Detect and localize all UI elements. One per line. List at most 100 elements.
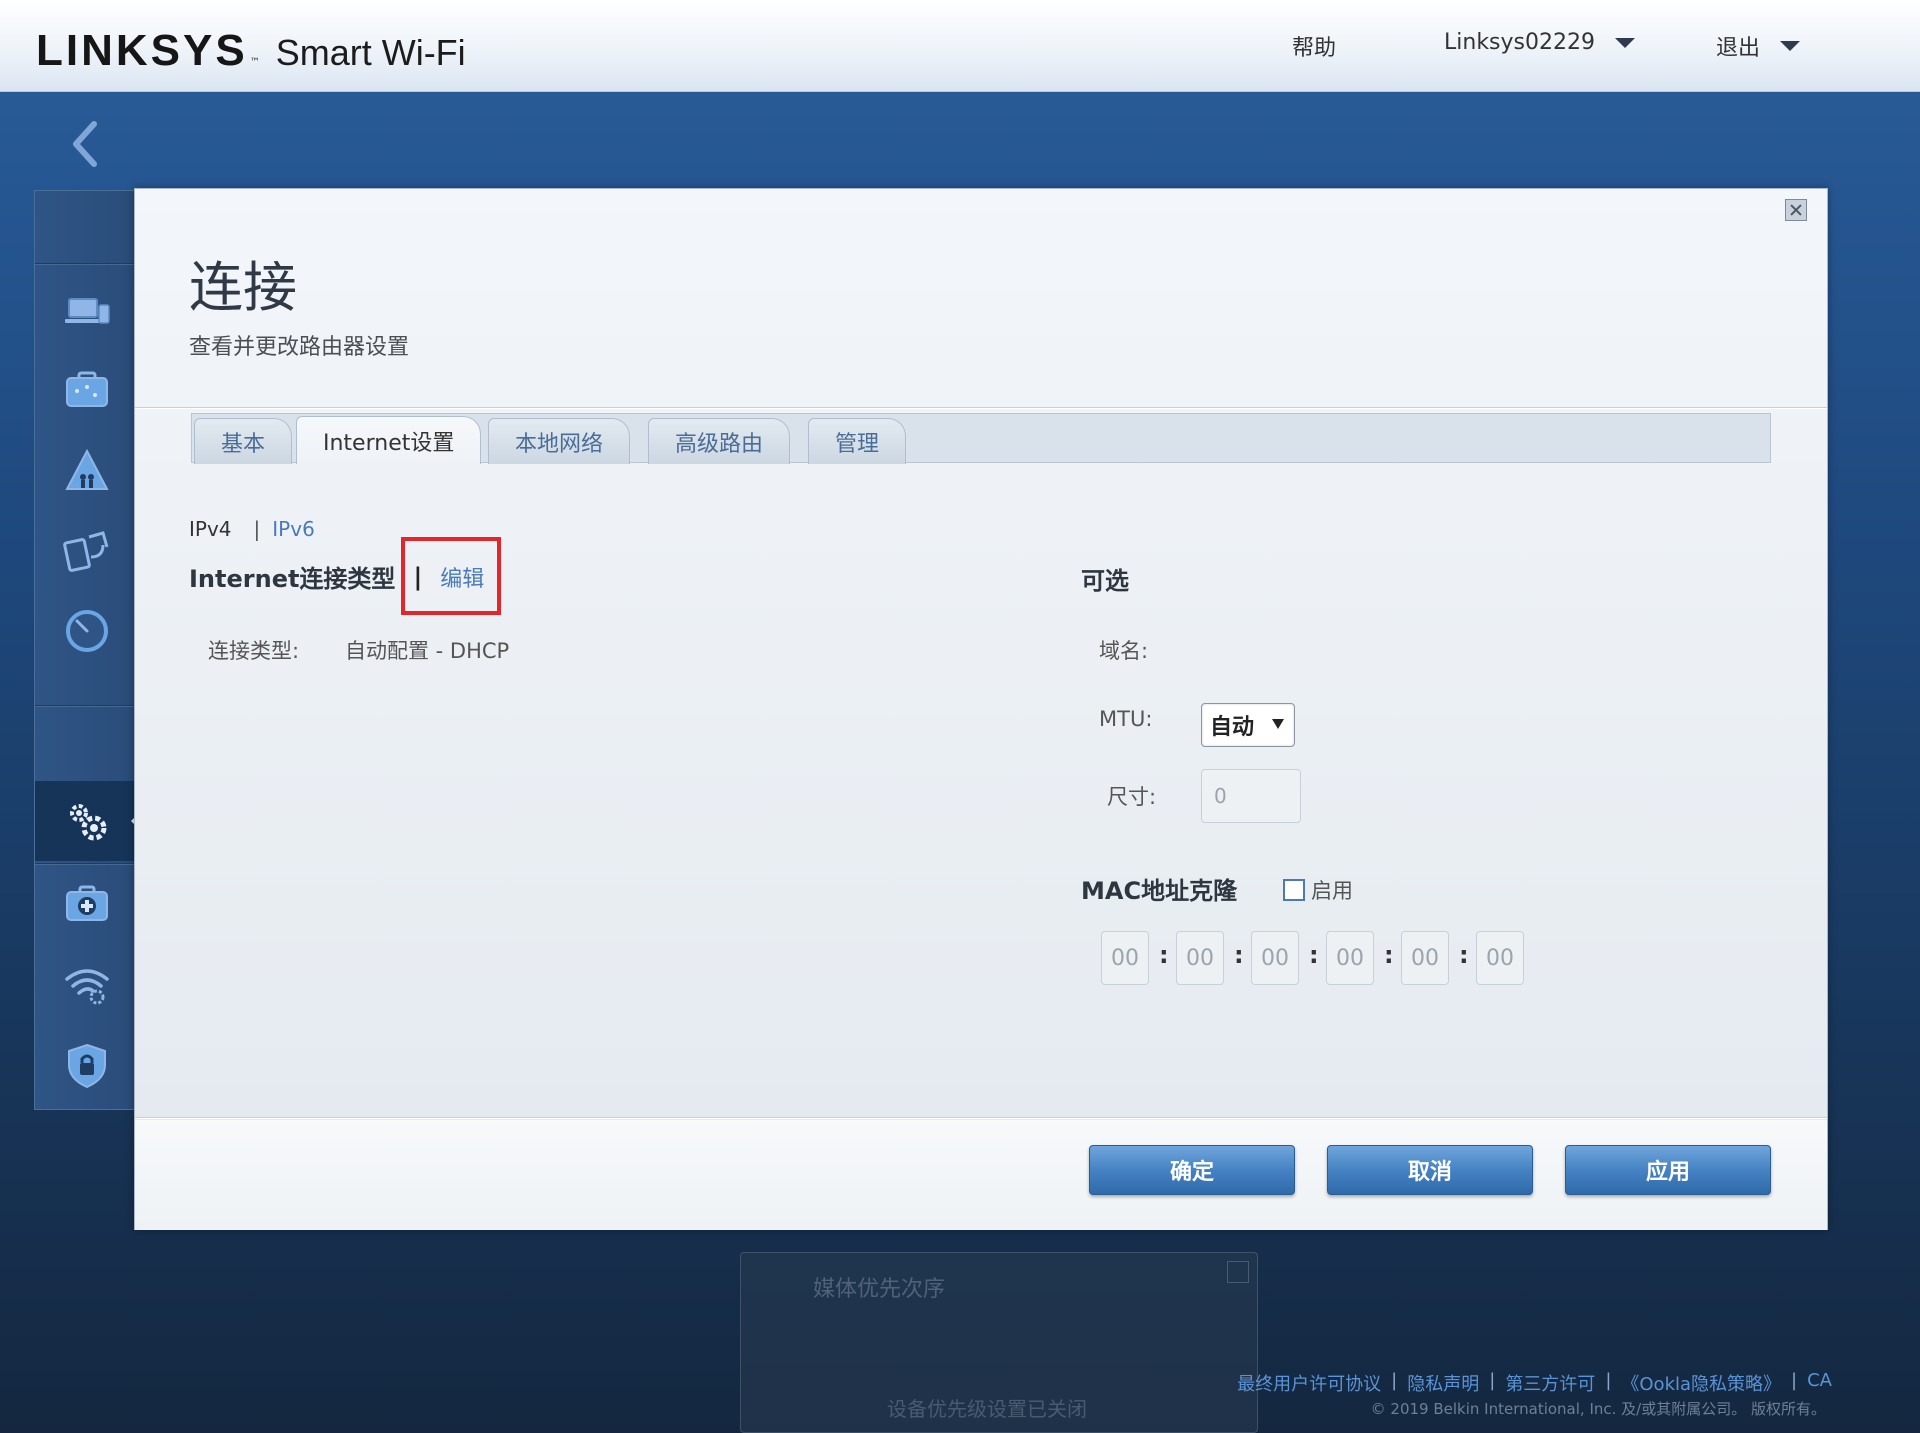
tab-internet-settings[interactable]: Internet设置 <box>296 416 482 464</box>
footer-divider <box>135 1117 1827 1119</box>
sidebar-item-speed-test[interactable] <box>63 607 111 655</box>
page-title: 连接 <box>189 256 297 319</box>
chevron-down-icon <box>1614 37 1635 48</box>
mac-octet-value: 00 <box>1186 945 1214 971</box>
chevron-down-icon <box>1780 41 1801 51</box>
sidebar-divider <box>35 263 136 265</box>
mac-octet-3[interactable]: 00 <box>1251 931 1299 985</box>
gears-icon <box>70 804 107 841</box>
separator: | <box>253 517 261 541</box>
footer-link-ca[interactable]: CA <box>1807 1370 1832 1396</box>
connection-type-value: 自动配置 - DHCP <box>345 639 510 663</box>
cancel-button[interactable]: 取消 <box>1327 1145 1533 1195</box>
sidebar-item-devices[interactable] <box>63 287 111 335</box>
warning-triangle-icon <box>65 448 109 490</box>
separator: | <box>1791 1370 1798 1391</box>
apply-button[interactable]: 应用 <box>1565 1145 1771 1195</box>
mac-octet-value: 00 <box>1261 945 1289 971</box>
copyright-text: © 2019 Belkin International, Inc. 及/或其附属… <box>1370 1400 1826 1418</box>
router-name-menu[interactable]: Linksys02229 <box>1444 30 1635 55</box>
logout-menu[interactable]: 退出 <box>1716 30 1801 62</box>
button-label: 应用 <box>1645 1160 1690 1185</box>
header-divider <box>135 407 1827 409</box>
suitcase-icon <box>66 371 108 407</box>
wifi-settings-icon <box>65 969 109 1005</box>
sidebar-item-wireless[interactable] <box>63 961 111 1009</box>
tab-label: 基本 <box>221 431 266 457</box>
sidebar-divider <box>35 863 136 865</box>
close-button[interactable] <box>1785 199 1807 221</box>
sidebar-item-parental-controls[interactable] <box>63 447 111 495</box>
help-link[interactable]: 帮助 <box>1292 30 1336 62</box>
sidebar-item-security[interactable] <box>63 1041 111 1089</box>
brand: LINKSYS ™ Smart Wi-Fi <box>36 26 466 76</box>
mac-colon: : <box>1384 941 1394 969</box>
mtu-selected-value: 自动 <box>1210 715 1255 740</box>
mac-octet-value: 00 <box>1486 945 1514 971</box>
footer-link-eula[interactable]: 最终用户许可协议 <box>1237 1370 1381 1396</box>
button-label: 确定 <box>1169 1160 1214 1185</box>
chevron-left-icon <box>73 121 97 167</box>
tab-advanced-routing[interactable]: 高级路由 <box>648 418 791 464</box>
media-priority-icon <box>63 531 109 572</box>
separator: | <box>1489 1370 1496 1391</box>
mac-colon: : <box>1159 941 1169 969</box>
mac-colon: : <box>1234 941 1244 969</box>
tab-label: 高级路由 <box>675 431 764 457</box>
tab-basic[interactable]: 基本 <box>194 418 293 464</box>
button-label: 取消 <box>1407 1160 1452 1185</box>
mtu-size-value: 0 <box>1214 784 1227 808</box>
shield-lock-icon <box>68 1043 106 1089</box>
mac-clone-heading: MAC地址克隆 <box>1081 877 1238 905</box>
optional-heading: 可选 <box>1081 567 1129 595</box>
sidebar <box>34 190 143 1110</box>
page-footer-links: 最终用户许可协议 | 隐私声明 | 第三方许可 | 《Ookla隐私策略》 | … <box>1237 1370 1832 1396</box>
connection-type-label: 连接类型: <box>208 639 300 663</box>
speedometer-icon <box>66 610 108 652</box>
trademark: ™ <box>249 57 260 68</box>
mac-octet-2[interactable]: 00 <box>1176 931 1224 985</box>
tab-local-network[interactable]: 本地网络 <box>488 418 631 464</box>
mac-octet-1[interactable]: 00 <box>1101 931 1149 985</box>
footer-link-privacy[interactable]: 隐私声明 <box>1407 1370 1479 1396</box>
tab-bar: 基本 Internet设置 本地网络 高级路由 管理 <box>191 413 1771 464</box>
devices-icon <box>65 298 110 324</box>
background-panel-text: 设备优先级设置已关闭 <box>887 1397 1087 1421</box>
mtu-select[interactable]: 自动 <box>1201 703 1295 747</box>
ipv6-tab[interactable]: IPv6 <box>272 517 315 541</box>
logout-label: 退出 <box>1716 36 1761 61</box>
page-subtitle: 查看并更改路由器设置 <box>189 335 410 360</box>
dropdown-arrow-icon <box>1272 719 1284 729</box>
sidebar-item-connectivity[interactable] <box>35 781 143 861</box>
mac-clone-enable-checkbox[interactable] <box>1283 879 1305 901</box>
sidebar-item-guest-access[interactable] <box>63 367 111 415</box>
top-header: LINKSYS ™ Smart Wi-Fi 帮助 Linksys02229 退出 <box>0 0 1920 92</box>
mac-octet-6[interactable]: 00 <box>1476 931 1524 985</box>
tab-administration[interactable]: 管理 <box>808 418 907 464</box>
mtu-label: MTU: <box>1099 707 1153 731</box>
mac-octet-value: 00 <box>1411 945 1439 971</box>
sidebar-item-media-prioritization[interactable] <box>63 527 111 575</box>
tab-label: 本地网络 <box>515 431 604 457</box>
ipv4-tab[interactable]: IPv4 <box>189 517 232 541</box>
footer-link-third-party[interactable]: 第三方许可 <box>1505 1370 1595 1396</box>
tab-label: Internet设置 <box>323 430 455 456</box>
background-media-priority-panel: 媒体优先次序 设备优先级设置已关闭 <box>740 1252 1258 1433</box>
router-name-label: Linksys02229 <box>1444 30 1595 55</box>
mac-octet-4[interactable]: 00 <box>1326 931 1374 985</box>
mac-octet-5[interactable]: 00 <box>1401 931 1449 985</box>
back-button[interactable] <box>64 116 108 172</box>
close-icon <box>1227 1261 1249 1283</box>
linksys-logo: LINKSYS <box>36 26 248 75</box>
sidebar-item-troubleshooting[interactable] <box>63 881 111 929</box>
first-aid-icon <box>66 885 108 921</box>
product-name: Smart Wi-Fi <box>275 32 466 73</box>
help-label: 帮助 <box>1292 36 1337 61</box>
size-label: 尺寸: <box>1107 785 1157 809</box>
ip-version-tabs: IPv4 | IPv6 <box>189 517 315 541</box>
ok-button[interactable]: 确定 <box>1089 1145 1295 1195</box>
connectivity-dialog: 连接 查看并更改路由器设置 基本 Internet设置 本地网络 高级路由 管理… <box>134 188 1828 1230</box>
mtu-size-input[interactable]: 0 <box>1201 769 1301 823</box>
mac-octet-value: 00 <box>1336 945 1364 971</box>
footer-link-ookla[interactable]: 《Ookla隐私策略》 <box>1621 1370 1781 1396</box>
